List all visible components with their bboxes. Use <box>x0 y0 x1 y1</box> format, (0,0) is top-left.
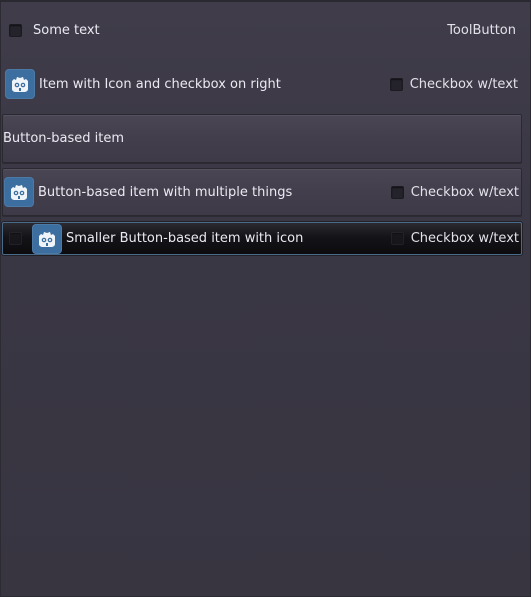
checkbox-label[interactable]: Checkbox w/text <box>410 77 518 92</box>
row-label: Button-based item <box>3 131 124 146</box>
list-item-button-multi[interactable]: Button-based item with multiple things C… <box>2 168 522 216</box>
godot-icon <box>32 223 62 254</box>
godot-icon <box>5 69 35 99</box>
row-label: Item with Icon and checkbox on right <box>39 76 281 92</box>
list-item-button[interactable]: Button-based item <box>2 114 522 163</box>
row-label: Some text <box>33 22 100 38</box>
godot-icon <box>4 177 34 207</box>
row-label: Button-based item with multiple things <box>38 184 293 200</box>
checkbox-label[interactable]: Checkbox w/text <box>411 185 519 200</box>
right-checkbox[interactable] <box>389 77 403 91</box>
checkbox-label[interactable]: Checkbox w/text <box>411 231 519 246</box>
list-item-icon-checkbox: Item with Icon and checkbox on right Che… <box>2 61 522 107</box>
list-item-button-small-selected[interactable]: Smaller Button-based item with icon Chec… <box>2 222 522 255</box>
right-checkbox[interactable] <box>390 185 404 199</box>
row-checkbox[interactable] <box>9 232 22 245</box>
list-item-some-text: Some text ToolButton <box>2 7 522 53</box>
row-checkbox[interactable] <box>9 23 22 37</box>
right-checkbox[interactable] <box>390 232 404 245</box>
row-label: Smaller Button-based item with icon <box>66 231 304 246</box>
tool-button[interactable]: ToolButton <box>447 23 516 38</box>
